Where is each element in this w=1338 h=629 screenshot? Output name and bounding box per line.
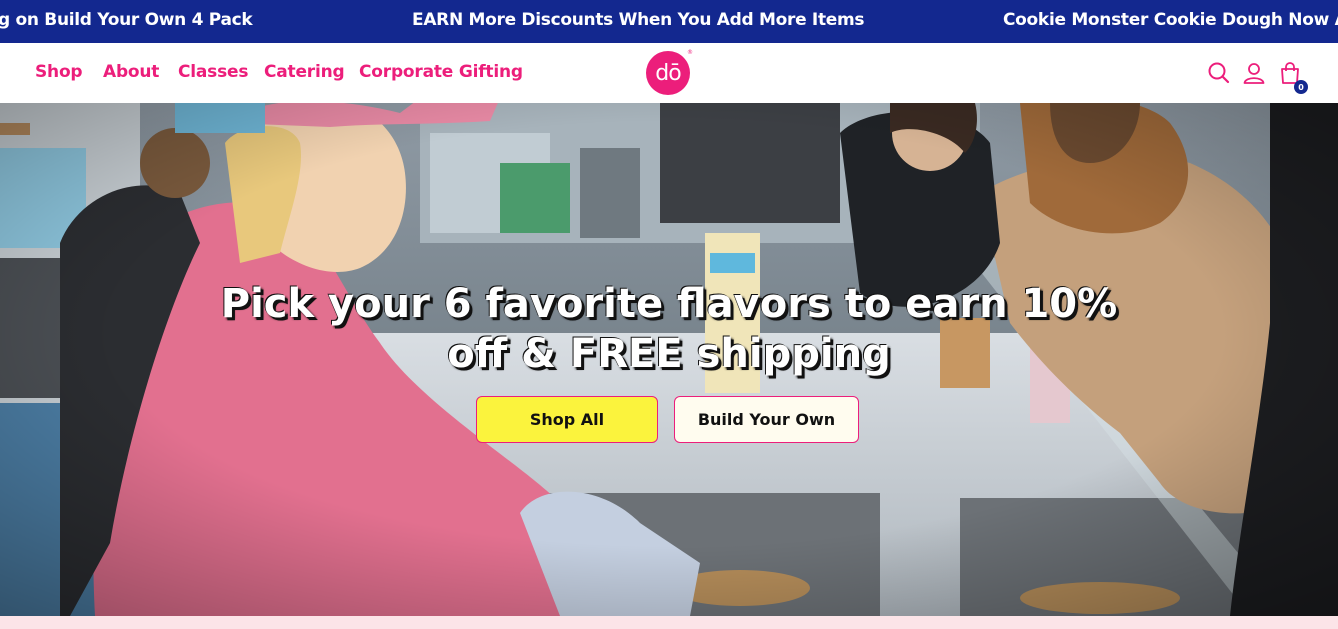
announcement-message[interactable]: Cookie Monster Cookie Dough Now Avail — [1003, 10, 1338, 30]
nav-item-corporate-gifting[interactable]: Corporate Gifting — [359, 62, 523, 82]
build-your-own-button[interactable]: Build Your Own — [674, 396, 859, 443]
announcement-bar: g on Build Your Own 4 Pack EARN More Dis… — [0, 0, 1338, 43]
hero-title: Pick your 6 favorite flavors to earn 10%… — [0, 279, 1338, 379]
search-icon[interactable] — [1206, 60, 1232, 86]
nav-item-catering[interactable]: Catering — [264, 62, 345, 82]
cart-count-badge: 0 — [1294, 80, 1308, 94]
nav-item-shop[interactable]: Shop — [35, 62, 83, 82]
account-icon[interactable] — [1241, 60, 1267, 86]
nav-item-classes[interactable]: Classes — [178, 62, 248, 82]
logo-text: dō — [655, 60, 681, 86]
shop-all-button[interactable]: Shop All — [476, 396, 658, 443]
hero-banner: Pick your 6 favorite flavors to earn 10%… — [0, 103, 1338, 616]
announcement-message[interactable]: EARN More Discounts When You Add More It… — [412, 10, 865, 30]
site-logo[interactable]: dō ® — [646, 49, 693, 95]
hero-title-line: off & FREE shipping — [447, 331, 891, 377]
hero-title-line: Pick your 6 favorite flavors to earn 10% — [220, 281, 1118, 327]
announcement-message[interactable]: g on Build Your Own 4 Pack — [0, 10, 253, 30]
site-header: Shop About Classes Catering Corporate Gi… — [0, 43, 1338, 103]
nav-item-about[interactable]: About — [103, 62, 159, 82]
section-divider-band — [0, 616, 1338, 629]
logo-registered-mark: ® — [687, 49, 693, 56]
